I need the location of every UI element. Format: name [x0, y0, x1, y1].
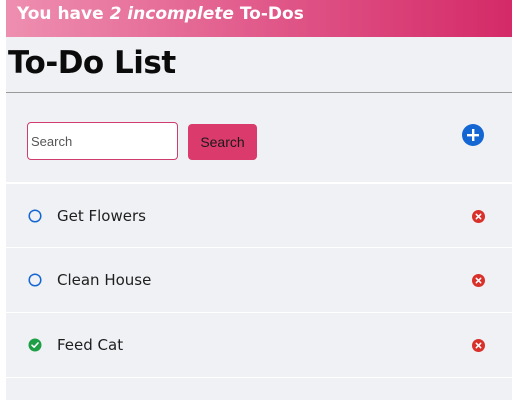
delete-icon[interactable] [472, 274, 485, 287]
page-title: To-Do List [6, 37, 512, 93]
delete-icon[interactable] [472, 210, 485, 223]
todo-list: Get Flowers Clean House Feed Cat [6, 183, 512, 378]
plus-circle-icon [467, 129, 479, 141]
controls-bar: Search [6, 93, 512, 183]
todo-item: Clean House [6, 248, 512, 313]
todo-item: Feed Cat [6, 313, 512, 378]
todo-label: Get Flowers [57, 207, 146, 225]
todo-item: Get Flowers [6, 183, 512, 248]
search-button[interactable]: Search [188, 124, 257, 160]
banner-prefix: You have [17, 4, 110, 24]
delete-icon[interactable] [472, 339, 485, 352]
add-todo-button[interactable] [462, 124, 484, 146]
incomplete-circle-icon[interactable] [28, 273, 42, 287]
banner-count: 2 incomplete [109, 4, 234, 24]
todo-label: Clean House [57, 271, 152, 289]
incomplete-circle-icon[interactable] [28, 209, 42, 223]
todo-app: You have 2 incomplete To-Dos To-Do List … [6, 0, 512, 400]
todo-label: Feed Cat [57, 336, 124, 354]
banner-suffix: To-Dos [233, 4, 304, 24]
search-input[interactable] [27, 122, 178, 160]
incomplete-banner: You have 2 incomplete To-Dos [6, 0, 512, 37]
check-circle-icon[interactable] [28, 338, 42, 352]
